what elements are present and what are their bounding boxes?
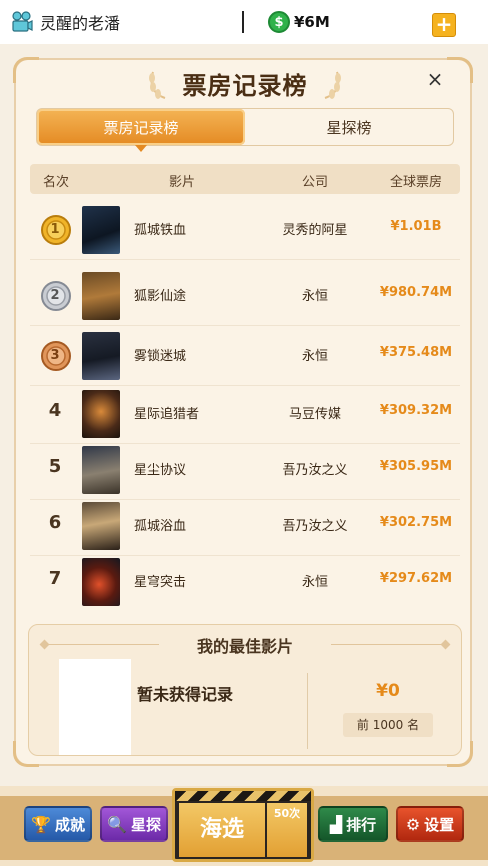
table-row[interactable]: 1 孤城铁血 灵秀的阿星 ¥1.01B <box>30 200 460 260</box>
settings-button[interactable]: ⚙ 设置 <box>396 806 464 842</box>
table-row[interactable]: 4 星际追猎者 马豆传媒 ¥309.32M <box>30 384 460 444</box>
movie-poster <box>82 446 120 494</box>
movie-poster <box>82 272 120 320</box>
best-rank-badge: 前 1000 名 <box>343 713 433 737</box>
tab-star-scout[interactable]: 星探榜 <box>245 109 453 145</box>
company-name: 永恒 <box>301 575 328 590</box>
movie-title: 星穹突击 <box>134 575 187 590</box>
box-office-gross: ¥305.95M <box>379 459 453 474</box>
magnifier-star-icon: 🔍 <box>107 814 127 834</box>
star-scout-label: 星探 <box>130 815 161 834</box>
table-row[interactable]: 7 星穹突击 永恒 ¥297.62M <box>30 552 460 612</box>
audition-count-panel: 50次 <box>267 803 307 857</box>
top-bar: 灵醒的老潘 $ ¥6M + <box>0 0 488 44</box>
column-header-movie: 影片 <box>168 175 195 190</box>
rank-number: 4 <box>48 400 62 421</box>
money-value: ¥6M <box>294 13 330 31</box>
close-icon[interactable]: × <box>424 68 446 90</box>
achievement-button[interactable]: 🏆 成就 <box>24 806 92 842</box>
box-office-gross: ¥302.75M <box>379 515 453 530</box>
movie-title: 星尘协议 <box>134 463 187 478</box>
laurel-left-icon <box>149 71 166 99</box>
bottom-bar: 🏆 成就 🔍 星探 海选 50次 ▟ 排行 ⚙ 设置 <box>0 786 488 866</box>
achievement-label: 成就 <box>54 815 85 834</box>
topbar-divider <box>242 11 244 33</box>
star-scout-button[interactable]: 🔍 星探 <box>100 806 168 842</box>
table-row[interactable]: 6 孤城浴血 吾乃汝之义 ¥302.75M <box>30 496 460 556</box>
column-header-rank: 名次 <box>42 175 69 190</box>
tab-box-office[interactable]: 票房记录榜 <box>37 109 245 152</box>
movie-title: 狐影仙途 <box>134 289 187 304</box>
settings-label: 设置 <box>424 815 455 834</box>
ranking-button[interactable]: ▟ 排行 <box>318 806 388 842</box>
box-office-gross: ¥1.01B <box>390 219 442 234</box>
company-name: 永恒 <box>301 349 328 364</box>
add-money-button[interactable]: + <box>432 13 456 37</box>
box-office-gross: ¥980.74M <box>379 285 453 300</box>
best-divider <box>307 673 308 749</box>
table-row[interactable]: 3 雾锁迷城 永恒 ¥375.48M <box>30 326 460 386</box>
table-header: 名次 影片 公司 全球票房 <box>30 164 460 194</box>
box-office-gross: ¥375.48M <box>379 345 453 360</box>
movie-poster <box>82 390 120 438</box>
money-display: $ ¥6M <box>268 11 330 33</box>
table-row[interactable]: 5 星尘协议 吾乃汝之义 ¥305.95M <box>30 440 460 500</box>
movie-poster <box>82 332 120 380</box>
rank-number: 1 <box>50 222 60 237</box>
company-name: 马豆传媒 <box>288 407 341 422</box>
rank-number: 2 <box>50 288 60 303</box>
studio-name: 灵醒的老潘 <box>40 14 121 33</box>
audition-count: 50次 <box>273 807 301 820</box>
rank-number: 3 <box>50 348 60 363</box>
panel-title-wrap: 票房记录榜 <box>145 62 345 104</box>
movie-title: 孤城浴血 <box>134 519 187 534</box>
rank-number: 6 <box>48 512 62 533</box>
best-movie-card: 我的最佳影片 暂未获得记录 ¥0 前 1000 名 <box>28 624 462 756</box>
film-camera-icon <box>10 10 34 34</box>
clapperboard-stripes <box>175 791 311 801</box>
company-name: 吾乃汝之义 <box>282 463 348 478</box>
column-header-company: 公司 <box>301 175 328 190</box>
best-movie-gross: ¥0 <box>376 681 400 701</box>
column-header-gross: 全球票房 <box>389 175 442 190</box>
movie-poster <box>82 502 120 550</box>
best-movie-poster <box>59 659 131 755</box>
no-record-text: 暂未获得记录 <box>137 685 234 704</box>
decorative-line <box>331 644 441 645</box>
gear-icon: ⚙ <box>405 814 421 834</box>
rank-number: 7 <box>48 568 62 589</box>
ranking-label: 排行 <box>346 815 377 834</box>
company-name: 永恒 <box>301 289 328 304</box>
podium-icon: ▟ <box>329 814 343 834</box>
movie-title: 雾锁迷城 <box>134 349 187 364</box>
company-name: 灵秀的阿星 <box>282 223 348 238</box>
table-row[interactable]: 2 狐影仙途 永恒 ¥980.74M <box>30 266 460 326</box>
movie-title: 星际追猎者 <box>134 407 200 422</box>
leaderboard-tabs: 票房记录榜 星探榜 <box>36 108 454 152</box>
movie-title: 孤城铁血 <box>134 223 187 238</box>
box-office-gross: ¥297.62M <box>379 571 453 586</box>
studio-info[interactable]: 灵醒的老潘 <box>10 10 242 34</box>
company-name: 吾乃汝之义 <box>282 519 348 534</box>
audition-label: 海选 <box>179 803 265 857</box>
movie-poster <box>82 558 120 606</box>
panel-corner-decoration <box>13 57 39 83</box>
laurel-right-icon <box>324 71 341 99</box>
rank-number: 5 <box>48 456 62 477</box>
box-office-gross: ¥309.32M <box>379 403 453 418</box>
best-movie-title: 我的最佳影片 <box>196 637 293 656</box>
panel-title: 票房记录榜 <box>182 71 308 100</box>
audition-button[interactable]: 海选 50次 <box>172 788 314 862</box>
trophy-icon: 🏆 <box>31 814 51 834</box>
box-office-panel: 票房记录榜 × 票房记录榜 星探榜 名次 影片 公司 全球票房 1 孤城铁血 灵… <box>13 57 473 767</box>
panel-corner-decoration <box>447 57 473 83</box>
movie-poster <box>82 206 120 254</box>
dollar-coin-icon: $ <box>268 11 290 33</box>
